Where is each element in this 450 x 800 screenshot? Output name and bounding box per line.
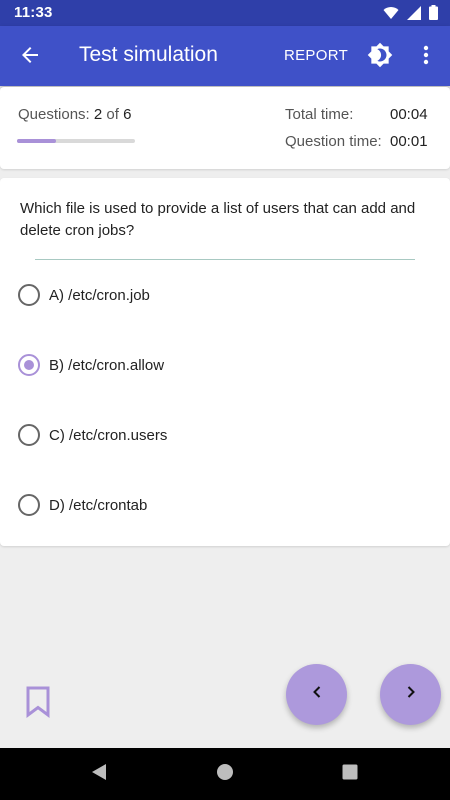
status-icons <box>383 5 438 25</box>
question-counter-label: Questions: <box>18 106 90 123</box>
progress-card: Questions: 2 of 6 Total time: 00:04 Ques… <box>0 87 450 169</box>
total-time-label: Total time: <box>285 106 354 123</box>
question-time-label: Question time: <box>285 133 382 150</box>
wifi-icon <box>383 6 399 25</box>
progress-bar-fill <box>17 139 57 143</box>
report-button[interactable]: REPORT <box>284 47 348 64</box>
bookmark-icon <box>24 686 52 722</box>
back-arrow-icon <box>20 45 40 70</box>
answer-label: C) /etc/cron.users <box>49 426 168 444</box>
more-options-button[interactable] <box>414 43 438 71</box>
answer-label: D) /etc/crontab <box>49 496 148 514</box>
radio-button[interactable] <box>18 284 40 306</box>
status-time: 11:33 <box>14 4 53 21</box>
nav-back-button[interactable] <box>89 763 109 786</box>
question-counter: Questions: 2 of 6 <box>18 106 131 123</box>
status-bar: 11:33 <box>0 0 450 26</box>
nav-recents-icon <box>341 763 359 786</box>
radio-button[interactable] <box>18 354 40 376</box>
total-time-value: 00:04 <box>390 106 428 123</box>
chevron-left-icon <box>310 685 324 704</box>
question-card: Which file is used to provide a list of … <box>0 178 450 546</box>
back-button[interactable] <box>14 41 46 73</box>
answer-option-c[interactable]: C) /etc/cron.users <box>18 415 432 455</box>
radio-button[interactable] <box>18 424 40 446</box>
next-question-button[interactable] <box>380 664 441 725</box>
nav-recents-button[interactable] <box>340 764 360 784</box>
radio-button[interactable] <box>18 494 40 516</box>
answer-option-b[interactable]: B) /etc/cron.allow <box>18 345 432 385</box>
question-of-word: of <box>106 106 119 123</box>
chevron-right-icon <box>404 685 418 704</box>
signal-icon <box>407 5 421 25</box>
answer-option-d[interactable]: D) /etc/crontab <box>18 485 432 525</box>
progress-bar <box>17 139 135 143</box>
previous-question-button[interactable] <box>286 664 347 725</box>
nav-home-icon <box>216 763 234 786</box>
theme-toggle-button[interactable] <box>366 42 394 73</box>
question-time-value: 00:01 <box>390 133 428 150</box>
divider <box>35 259 415 260</box>
question-total: 6 <box>123 106 132 123</box>
answer-label: B) /etc/cron.allow <box>49 356 165 374</box>
brightness-icon <box>367 42 393 73</box>
bookmark-button[interactable] <box>24 686 52 718</box>
nav-home-button[interactable] <box>215 763 235 786</box>
system-nav-bar <box>0 748 450 800</box>
app-bar: Test simulation REPORT <box>0 26 450 86</box>
nav-back-icon <box>90 763 108 786</box>
battery-icon <box>429 5 438 25</box>
page-title: Test simulation <box>79 43 218 66</box>
answer-option-a[interactable]: A) /etc/cron.job <box>18 275 432 315</box>
question-current: 2 <box>93 106 103 123</box>
question-text: Which file is used to provide a list of … <box>20 200 416 239</box>
answer-label: A) /etc/cron.job <box>49 286 150 304</box>
more-vert-icon <box>423 45 429 70</box>
